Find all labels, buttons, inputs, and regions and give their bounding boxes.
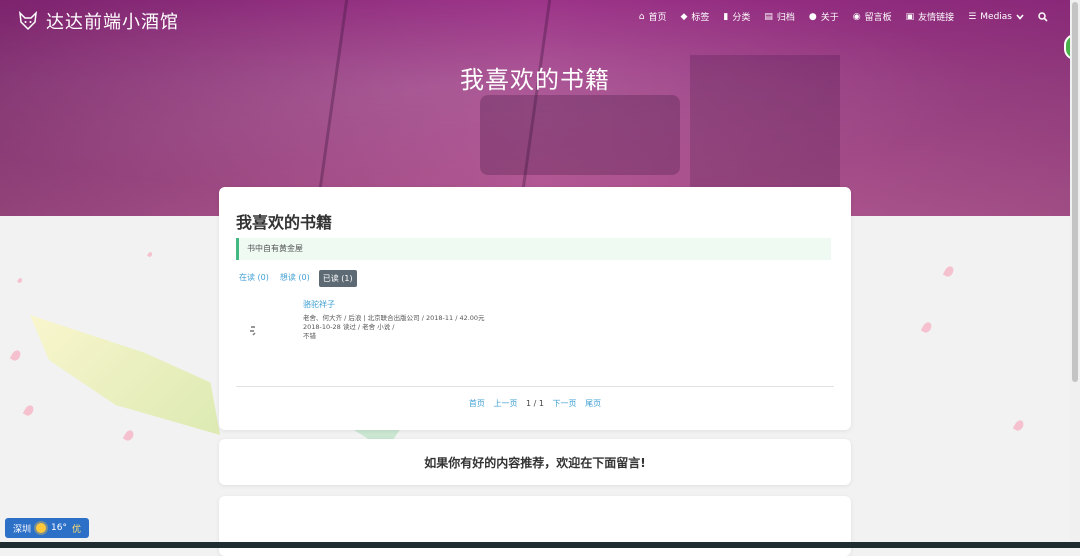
books-card: 我喜欢的书籍 书中自有黄金屋 在读 (0) 想读 (0) 已读 (1) 骆驼祥子…: [219, 187, 851, 430]
nav-label: 留言板: [864, 13, 892, 23]
pager-prev[interactable]: 上一页: [493, 399, 517, 408]
petal-decor: [22, 403, 36, 418]
petal-decor: [17, 277, 23, 284]
hero-machine-shape: [480, 95, 680, 175]
nav-item-guestbook[interactable]: ◉ 留言板: [852, 10, 892, 24]
quote-block: 书中自有黄金屋: [236, 238, 831, 260]
pagination: 首页 上一页 1 / 1 下一页 尾页: [219, 398, 851, 409]
comments-icon: ◉: [852, 11, 861, 22]
nav-label: 友情链接: [918, 13, 955, 23]
nav-item-categories[interactable]: ▮ 分类: [723, 10, 751, 24]
page-scrollbar[interactable]: [1070, 0, 1080, 548]
pager-current: 1 / 1: [526, 399, 544, 408]
scrollbar-thumb[interactable]: [1072, 2, 1078, 382]
nav-label: 分类: [732, 13, 751, 23]
petal-decor: [122, 428, 136, 443]
book-comment: 不错: [303, 332, 316, 340]
loading-spinner-icon: [249, 323, 263, 340]
list-icon: ☰: [968, 11, 977, 22]
book-item: 骆驼祥子 老舍、何大齐 / 后浪 | 北京联合出版公司 / 2018-11 / …: [236, 297, 831, 357]
nav-item-medias[interactable]: ☰ Medias: [968, 12, 1024, 22]
nav-search-button[interactable]: [1038, 11, 1048, 22]
nav-item-home[interactable]: ⌂ 首页: [638, 10, 667, 24]
petal-decor: [147, 251, 153, 258]
nav-label: Medias: [980, 11, 1012, 22]
site-brand[interactable]: 达达前端小酒馆: [18, 8, 179, 34]
weather-temp: 16°: [51, 523, 67, 533]
bookmark-icon: ▮: [723, 11, 729, 22]
chevron-down-icon: [1016, 13, 1024, 20]
archive-icon: ▤: [764, 11, 773, 22]
petal-decor: [920, 320, 934, 335]
tab-read[interactable]: 已读 (1): [318, 270, 357, 287]
tab-want-to-read[interactable]: 想读 (0): [278, 270, 312, 287]
tags-icon: ◆: [680, 11, 688, 22]
user-circle-icon: ●: [808, 11, 817, 22]
search-icon: [1038, 11, 1048, 22]
taskbar-strip: [0, 542, 1080, 548]
site-name: 达达前端小酒馆: [46, 12, 179, 33]
page-title: 我喜欢的书籍: [236, 213, 333, 232]
nav-label: 归档: [776, 13, 795, 23]
nav-item-archive[interactable]: ▤ 归档: [764, 10, 795, 24]
address-book-icon: ▣: [905, 11, 915, 22]
pager-first[interactable]: 首页: [469, 399, 485, 408]
petal-decor: [1012, 418, 1026, 433]
weather-city: 深圳: [13, 524, 32, 535]
air-quality: 优: [71, 524, 81, 535]
book-read-info: 2018-10-28 读过 / 老舍 小说 /: [303, 323, 395, 331]
tab-reading[interactable]: 在读 (0): [237, 270, 271, 287]
petal-decor: [942, 264, 956, 279]
nav-item-friend-links[interactable]: ▣ 友情链接: [905, 10, 955, 24]
fox-logo-icon: [19, 11, 37, 31]
sun-icon: [36, 523, 47, 533]
nav-label: 标签: [691, 13, 710, 23]
hero-title: 我喜欢的书籍: [460, 66, 610, 94]
decor-polygon: [30, 315, 220, 435]
nav-item-about[interactable]: ● 关于: [808, 10, 839, 24]
pager-last[interactable]: 尾页: [585, 399, 601, 408]
recommend-text: 如果你有好的内容推荐，欢迎在下面留言!: [424, 456, 646, 470]
divider: [236, 386, 834, 387]
recommend-card: 如果你有好的内容推荐，欢迎在下面留言!: [219, 439, 851, 485]
home-icon: ⌂: [638, 11, 645, 22]
main-nav: ⌂ 首页 ◆ 标签 ▮ 分类 ▤ 归档 ● 关于 ◉ 留言板 ▣ 友情链接 ☰ …: [639, 10, 1048, 23]
weather-widget[interactable]: 深圳 16° 优: [5, 518, 89, 538]
nav-item-tags[interactable]: ◆ 标签: [680, 10, 710, 24]
nav-label: 首页: [648, 13, 667, 23]
petal-decor: [9, 348, 23, 363]
book-title-link[interactable]: 骆驼祥子: [303, 299, 335, 310]
book-tabs: 在读 (0) 想读 (0) 已读 (1): [237, 270, 357, 287]
nav-label: 关于: [820, 13, 839, 23]
pager-next[interactable]: 下一页: [553, 399, 577, 408]
